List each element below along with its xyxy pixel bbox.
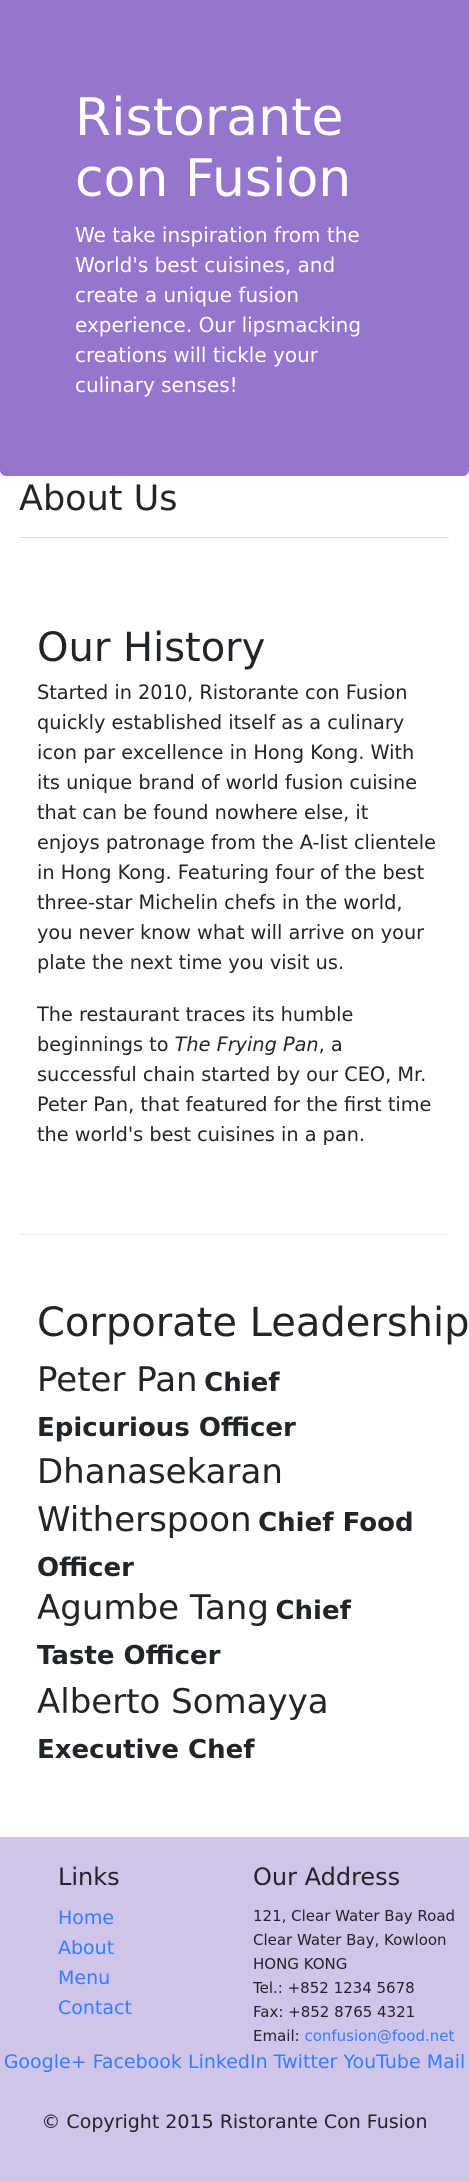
history-paragraph-1: Started in 2010, Ristorante con Fusion q… bbox=[37, 681, 436, 974]
divider bbox=[19, 1234, 449, 1235]
divider bbox=[19, 537, 449, 538]
phone-number: Tel.: +852 1234 5678 bbox=[253, 1979, 415, 1997]
leadership-heading: Corporate Leadership bbox=[37, 1300, 469, 1346]
address-heading: Our Address bbox=[253, 1863, 401, 1891]
restaurant-title: Ristorante con Fusion bbox=[75, 88, 352, 209]
footer-link-home[interactable]: Home bbox=[58, 1907, 114, 1929]
restaurant-tagline: We take inspiration from the World's bes… bbox=[75, 223, 362, 397]
footer-link-about[interactable]: About bbox=[58, 1937, 114, 1959]
footer-link-item: Contact bbox=[58, 1993, 132, 2023]
leader-name: Alberto Somayya bbox=[37, 1682, 329, 1722]
address-line: 121, Clear Water Bay Road bbox=[253, 1907, 456, 1925]
jumbotron: Ristorante con Fusion We take inspiratio… bbox=[0, 0, 469, 476]
social-link-google-plus[interactable]: Google+ bbox=[4, 2051, 87, 2073]
email-label: Email: bbox=[253, 2027, 305, 2045]
footer-link-contact[interactable]: Contact bbox=[58, 1997, 132, 2019]
social-links: Google+ Facebook LinkedIn Twitter YouTub… bbox=[0, 2047, 469, 2077]
social-link-twitter[interactable]: Twitter bbox=[274, 2051, 338, 2073]
history-heading: Our History bbox=[37, 625, 266, 671]
email-line: Email: confusion@food.net bbox=[253, 2024, 469, 2048]
history-paragraph-2: The restaurant traces its humble beginni… bbox=[37, 1000, 437, 1150]
leader-name: Agumbe Tang bbox=[37, 1588, 269, 1628]
footer-links: Home About Menu Contact bbox=[58, 1903, 132, 2023]
fax-number: Fax: +852 8765 4321 bbox=[253, 2003, 416, 2021]
footer-link-menu[interactable]: Menu bbox=[58, 1967, 110, 1989]
leader-peter-pan: Peter Pan Chief Epicurious Officer bbox=[37, 1359, 437, 1452]
leader-name: Dhanasekaran Witherspoon bbox=[37, 1452, 283, 1540]
copyright: © Copyright 2015 Ristorante Con Fusion bbox=[41, 2111, 428, 2133]
social-link-mail[interactable]: Mail bbox=[427, 2051, 466, 2073]
leader-name: Peter Pan bbox=[37, 1360, 198, 1400]
email-link[interactable]: confusion@food.net bbox=[304, 2027, 454, 2045]
footer-link-item: Home bbox=[58, 1903, 132, 1933]
footer-link-item: Menu bbox=[58, 1963, 132, 1993]
address-line: HONG KONG bbox=[253, 1955, 348, 1973]
leader-alberto-somayya: Alberto Somayya Executive Chef bbox=[37, 1681, 437, 1774]
footer-link-item: About bbox=[58, 1933, 132, 1963]
frying-pan-emphasis: The Frying Pan bbox=[174, 1033, 319, 1056]
social-link-youtube[interactable]: YouTube bbox=[343, 2051, 420, 2073]
address-line: Clear Water Bay, Kowloon bbox=[253, 1931, 447, 1949]
social-link-facebook[interactable]: Facebook bbox=[93, 2051, 182, 2073]
leader-dhanasekaran-witherspoon: Dhanasekaran Witherspoon Chief Food Offi… bbox=[37, 1451, 437, 1592]
links-heading: Links bbox=[58, 1863, 120, 1891]
social-link-linkedin[interactable]: LinkedIn bbox=[188, 2051, 268, 2073]
leader-agumbe-tang: Agumbe Tang Chief Taste Officer bbox=[37, 1587, 437, 1680]
address-block: 121, Clear Water Bay Road Clear Water Ba… bbox=[253, 1904, 469, 2048]
leader-role: Executive Chef bbox=[37, 1735, 255, 1765]
page-title: About Us bbox=[19, 479, 178, 519]
